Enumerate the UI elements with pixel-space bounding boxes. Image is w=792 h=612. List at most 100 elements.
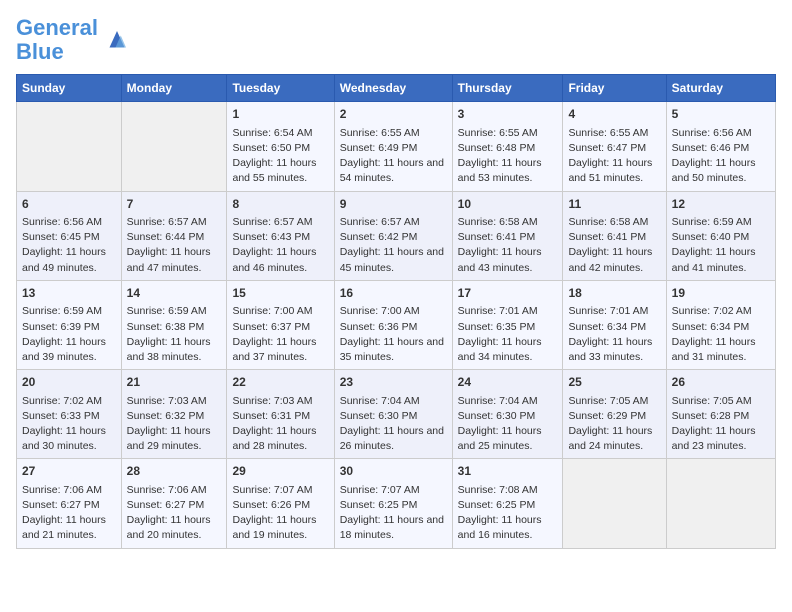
day-number: 21 (127, 374, 222, 391)
sunset-time: Sunset: 6:32 PM (127, 409, 222, 424)
calendar-cell: 24Sunrise: 7:04 AMSunset: 6:30 PMDayligh… (452, 370, 563, 459)
calendar-cell: 7Sunrise: 6:57 AMSunset: 6:44 PMDaylight… (121, 191, 227, 280)
sunset-time: Sunset: 6:28 PM (672, 409, 770, 424)
daylight-hours: Daylight: 11 hours and 53 minutes. (458, 156, 558, 186)
calendar-cell (563, 459, 666, 548)
daylight-hours: Daylight: 11 hours and 55 minutes. (232, 156, 328, 186)
day-number: 18 (568, 285, 660, 302)
daylight-hours: Daylight: 11 hours and 51 minutes. (568, 156, 660, 186)
sunrise-time: Sunrise: 7:03 AM (127, 394, 222, 409)
daylight-hours: Daylight: 11 hours and 25 minutes. (458, 424, 558, 454)
calendar-cell: 11Sunrise: 6:58 AMSunset: 6:41 PMDayligh… (563, 191, 666, 280)
sunset-time: Sunset: 6:49 PM (340, 141, 447, 156)
sunrise-time: Sunrise: 7:06 AM (127, 483, 222, 498)
day-number: 10 (458, 196, 558, 213)
sunrise-time: Sunrise: 7:01 AM (458, 304, 558, 319)
daylight-hours: Daylight: 11 hours and 45 minutes. (340, 245, 447, 275)
sunrise-time: Sunrise: 7:04 AM (340, 394, 447, 409)
calendar-cell: 20Sunrise: 7:02 AMSunset: 6:33 PMDayligh… (17, 370, 122, 459)
sunrise-time: Sunrise: 6:59 AM (127, 304, 222, 319)
calendar-cell: 9Sunrise: 6:57 AMSunset: 6:42 PMDaylight… (334, 191, 452, 280)
daylight-hours: Daylight: 11 hours and 42 minutes. (568, 245, 660, 275)
day-number: 2 (340, 106, 447, 123)
logo-blue: Blue (16, 39, 64, 64)
daylight-hours: Daylight: 11 hours and 38 minutes. (127, 335, 222, 365)
day-number: 7 (127, 196, 222, 213)
calendar-cell: 17Sunrise: 7:01 AMSunset: 6:35 PMDayligh… (452, 280, 563, 369)
daylight-hours: Daylight: 11 hours and 20 minutes. (127, 513, 222, 543)
calendar-cell: 25Sunrise: 7:05 AMSunset: 6:29 PMDayligh… (563, 370, 666, 459)
calendar-cell: 8Sunrise: 6:57 AMSunset: 6:43 PMDaylight… (227, 191, 334, 280)
day-number: 15 (232, 285, 328, 302)
calendar-cell: 27Sunrise: 7:06 AMSunset: 6:27 PMDayligh… (17, 459, 122, 548)
day-number: 22 (232, 374, 328, 391)
day-of-week-saturday: Saturday (666, 75, 775, 102)
daylight-hours: Daylight: 11 hours and 54 minutes. (340, 156, 447, 186)
day-of-week-wednesday: Wednesday (334, 75, 452, 102)
week-row-1: 1Sunrise: 6:54 AMSunset: 6:50 PMDaylight… (17, 102, 776, 191)
daylight-hours: Daylight: 11 hours and 33 minutes. (568, 335, 660, 365)
daylight-hours: Daylight: 11 hours and 37 minutes. (232, 335, 328, 365)
day-number: 20 (22, 374, 116, 391)
sunrise-time: Sunrise: 6:59 AM (22, 304, 116, 319)
day-number: 30 (340, 463, 447, 480)
logo-icon (102, 25, 132, 55)
calendar-cell: 19Sunrise: 7:02 AMSunset: 6:34 PMDayligh… (666, 280, 775, 369)
sunrise-time: Sunrise: 7:02 AM (22, 394, 116, 409)
calendar-cell: 5Sunrise: 6:56 AMSunset: 6:46 PMDaylight… (666, 102, 775, 191)
daylight-hours: Daylight: 11 hours and 18 minutes. (340, 513, 447, 543)
sunset-time: Sunset: 6:46 PM (672, 141, 770, 156)
sunrise-time: Sunrise: 7:08 AM (458, 483, 558, 498)
day-of-week-sunday: Sunday (17, 75, 122, 102)
day-number: 9 (340, 196, 447, 213)
calendar-cell: 28Sunrise: 7:06 AMSunset: 6:27 PMDayligh… (121, 459, 227, 548)
sunrise-time: Sunrise: 7:07 AM (340, 483, 447, 498)
calendar-cell (121, 102, 227, 191)
calendar-cell: 3Sunrise: 6:55 AMSunset: 6:48 PMDaylight… (452, 102, 563, 191)
sunrise-time: Sunrise: 6:59 AM (672, 215, 770, 230)
daylight-hours: Daylight: 11 hours and 49 minutes. (22, 245, 116, 275)
sunset-time: Sunset: 6:27 PM (127, 498, 222, 513)
daylight-hours: Daylight: 11 hours and 39 minutes. (22, 335, 116, 365)
sunrise-time: Sunrise: 6:55 AM (458, 126, 558, 141)
calendar-cell: 15 Sunrise: 7:00 AMSunset: 6:37 PMDayligh… (227, 280, 334, 369)
sunset-time: Sunset: 6:37 PM (232, 320, 328, 335)
daylight-hours: Daylight: 11 hours and 28 minutes. (232, 424, 328, 454)
sunset-time: Sunset: 6:45 PM (22, 230, 116, 245)
calendar-cell (17, 102, 122, 191)
sunset-time: Sunset: 6:38 PM (127, 320, 222, 335)
daylight-hours: Daylight: 11 hours and 21 minutes. (22, 513, 116, 543)
calendar-cell: 4Sunrise: 6:55 AMSunset: 6:47 PMDaylight… (563, 102, 666, 191)
daylight-hours: Daylight: 11 hours and 47 minutes. (127, 245, 222, 275)
day-number: 4 (568, 106, 660, 123)
sunset-time: Sunset: 6:39 PM (22, 320, 116, 335)
calendar-cell: 26Sunrise: 7:05 AMSunset: 6:28 PMDayligh… (666, 370, 775, 459)
sunrise-time: Sunrise: 6:55 AM (568, 126, 660, 141)
day-number: 13 (22, 285, 116, 302)
day-number: 8 (232, 196, 328, 213)
sunrise-time: Sunrise: 7:00 AM (232, 304, 328, 319)
sunrise-time: Sunrise: 6:58 AM (458, 215, 558, 230)
sunset-time: Sunset: 6:35 PM (458, 320, 558, 335)
calendar-cell: 16Sunrise: 7:00 AMSunset: 6:36 PMDayligh… (334, 280, 452, 369)
calendar-cell (666, 459, 775, 548)
sunset-time: Sunset: 6:34 PM (568, 320, 660, 335)
day-number: 24 (458, 374, 558, 391)
sunrise-time: Sunrise: 7:03 AM (232, 394, 328, 409)
sunrise-time: Sunrise: 6:56 AM (22, 215, 116, 230)
day-number: 31 (458, 463, 558, 480)
daylight-hours: Daylight: 11 hours and 31 minutes. (672, 335, 770, 365)
day-number: 5 (672, 106, 770, 123)
day-number: 14 (127, 285, 222, 302)
daylight-hours: Daylight: 11 hours and 16 minutes. (458, 513, 558, 543)
daylight-hours: Daylight: 11 hours and 26 minutes. (340, 424, 447, 454)
calendar-cell: 18Sunrise: 7:01 AMSunset: 6:34 PMDayligh… (563, 280, 666, 369)
sunset-time: Sunset: 6:31 PM (232, 409, 328, 424)
sunset-time: Sunset: 6:41 PM (458, 230, 558, 245)
sunrise-time: Sunrise: 6:55 AM (340, 126, 447, 141)
sunset-time: Sunset: 6:25 PM (340, 498, 447, 513)
daylight-hours: Daylight: 11 hours and 46 minutes. (232, 245, 328, 275)
week-row-4: 20Sunrise: 7:02 AMSunset: 6:33 PMDayligh… (17, 370, 776, 459)
calendar-cell: 6Sunrise: 6:56 AMSunset: 6:45 PMDaylight… (17, 191, 122, 280)
daylight-hours: Daylight: 11 hours and 23 minutes. (672, 424, 770, 454)
